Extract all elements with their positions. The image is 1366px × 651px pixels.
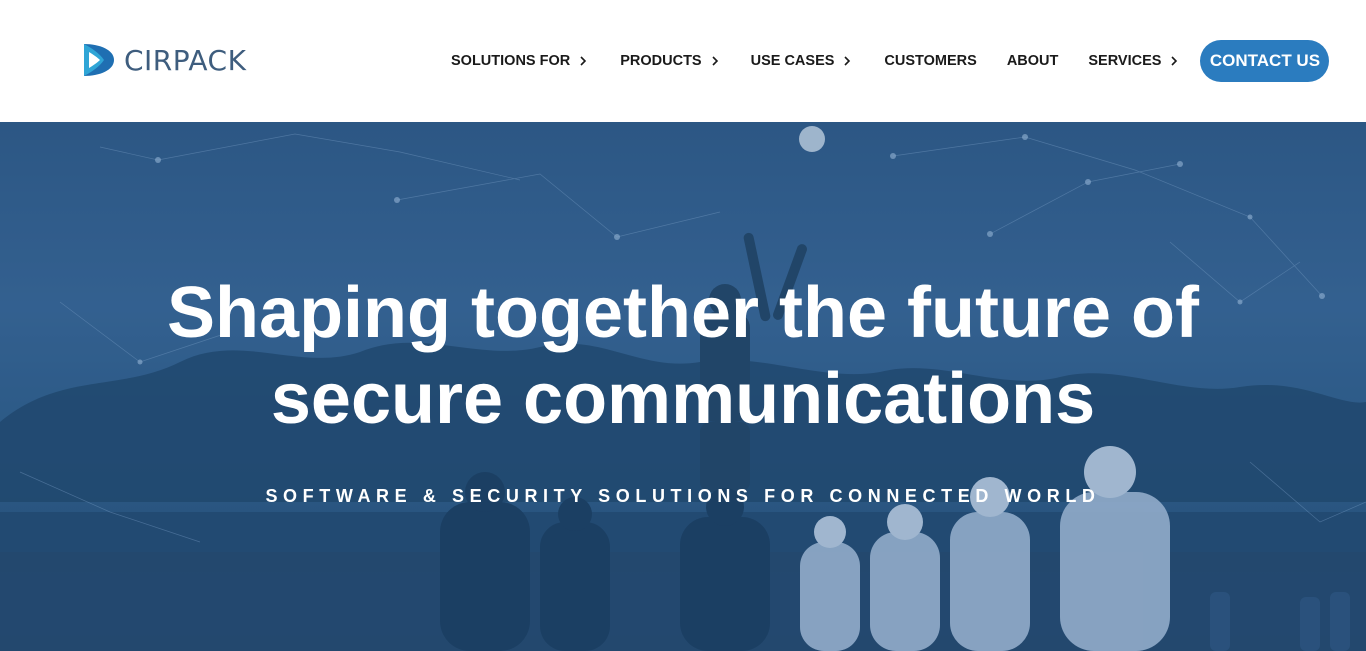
nav-item-solutions-for[interactable]: SOLUTIONS FOR: [451, 53, 588, 69]
nav-item-products[interactable]: PRODUCTS: [620, 53, 719, 69]
logo[interactable]: CIRPACK: [78, 40, 246, 80]
hero-title: Shaping together the future of secure co…: [0, 270, 1366, 442]
hero-title-line-1: Shaping together the future of: [167, 273, 1199, 353]
chevron-right-icon: [580, 56, 587, 66]
hero-section: Shaping together the future of secure co…: [0, 122, 1366, 651]
contact-us-button[interactable]: CONTACT US: [1200, 40, 1330, 82]
nav-item-label: USE CASES: [750, 53, 835, 69]
hero-title-line-2: secure communications: [270, 359, 1096, 439]
logo-wordmark: CIRPACK: [124, 43, 247, 77]
nav-item-label: SERVICES: [1088, 53, 1162, 69]
nav-item-services[interactable]: SERVICES: [1088, 53, 1179, 69]
chevron-right-icon: [1171, 56, 1178, 66]
nav-item-customers[interactable]: CUSTOMERS: [884, 53, 976, 69]
nav-item-about[interactable]: ABOUT: [1007, 53, 1059, 69]
chevron-right-icon: [844, 56, 851, 66]
site-header: CIRPACK SOLUTIONS FOR PRODUCTS USE CASES…: [0, 0, 1366, 122]
nav-item-label: SOLUTIONS FOR: [451, 53, 571, 69]
hero-subtitle: SOFTWARE & SECURITY SOLUTIONS FOR CONNEC…: [265, 486, 1101, 506]
main-nav: SOLUTIONS FOR PRODUCTS USE CASES CUSTOME…: [451, 0, 1330, 122]
cirpack-logo-icon: [84, 44, 114, 76]
nav-item-use-cases[interactable]: USE CASES: [751, 53, 853, 69]
nav-item-label: CUSTOMERS: [884, 53, 977, 69]
chevron-right-icon: [712, 56, 718, 66]
nav-item-label: PRODUCTS: [620, 53, 702, 69]
nav-item-label: ABOUT: [1006, 53, 1059, 69]
